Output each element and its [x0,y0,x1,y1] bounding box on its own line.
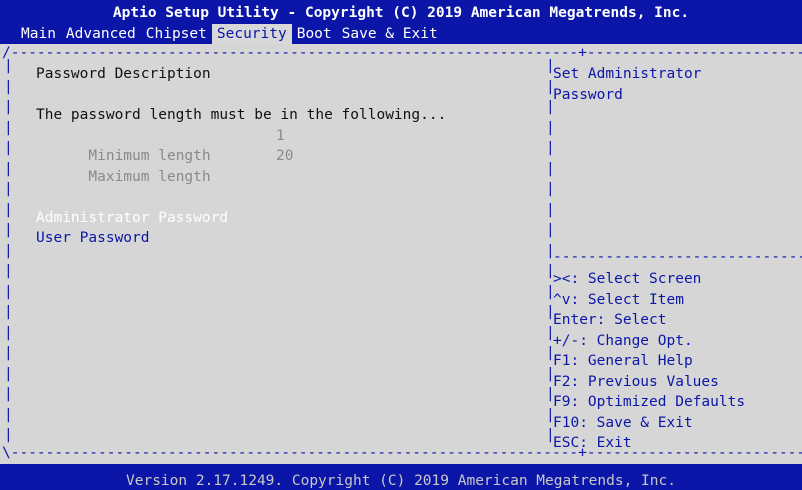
administrator-password-item[interactable]: Administrator Password [36,208,536,229]
app-title: Aptio Setup Utility - Copyright (C) 2019… [112,5,690,21]
title-bar: Aptio Setup Utility - Copyright (C) 2019… [0,0,802,44]
key-change-opt: +/-: Change Opt. [553,332,693,349]
key-enter-select: Enter: Select [553,312,667,328]
key-save-exit: F10: Save & Exit [553,414,693,431]
help-line-1: Set Administrator [553,66,702,82]
min-length-value: 1 [276,127,285,144]
min-length-row: Minimum length 1 [36,126,536,165]
help-panel: Set Administrator Password [553,64,802,105]
key-select-item: ^v: Select Item [553,291,684,308]
tab-boot[interactable]: Boot [292,24,337,44]
version-text: Version 2.17.1249. Copyright (C) 2019 Am… [126,473,676,489]
key-previous-values: F2: Previous Values [553,373,719,390]
main-panel: /---------------------------------------… [0,44,802,464]
password-info: The password length must be in the follo… [36,107,447,123]
tab-save-exit[interactable]: Save & Exit [337,24,443,44]
key-optimized-defaults: F9: Optimized Defaults [553,394,746,410]
tab-advanced[interactable]: Advanced [61,24,141,44]
section-title: Password Description [36,66,211,82]
max-length-value: 20 [276,148,294,164]
max-length-row: Maximum length 20 [36,146,536,185]
settings-panel: Password Description The password length… [36,64,536,249]
top-border: /---------------------------------------… [2,46,802,61]
tab-main[interactable]: Main [16,24,61,44]
user-password-item[interactable]: User Password [36,228,536,249]
left-border: | | | | | | | | | | | | | | | | | | | | [4,58,13,448]
key-legend: ><: Select Screen ^v: Select Item Enter:… [553,269,802,454]
menu-bar: Main Advanced Chipset Security Boot Save… [16,24,443,44]
key-esc-exit: ESC: Exit [553,435,632,451]
tab-security[interactable]: Security [211,24,292,44]
help-separator: ------------------------------- [553,249,802,265]
tab-chipset[interactable]: Chipset [141,24,212,44]
help-line-2: Password [553,86,623,103]
footer-bar: Version 2.17.1249. Copyright (C) 2019 Am… [0,464,802,490]
key-general-help: F1: General Help [553,353,693,369]
key-select-screen: ><: Select Screen [553,271,702,287]
